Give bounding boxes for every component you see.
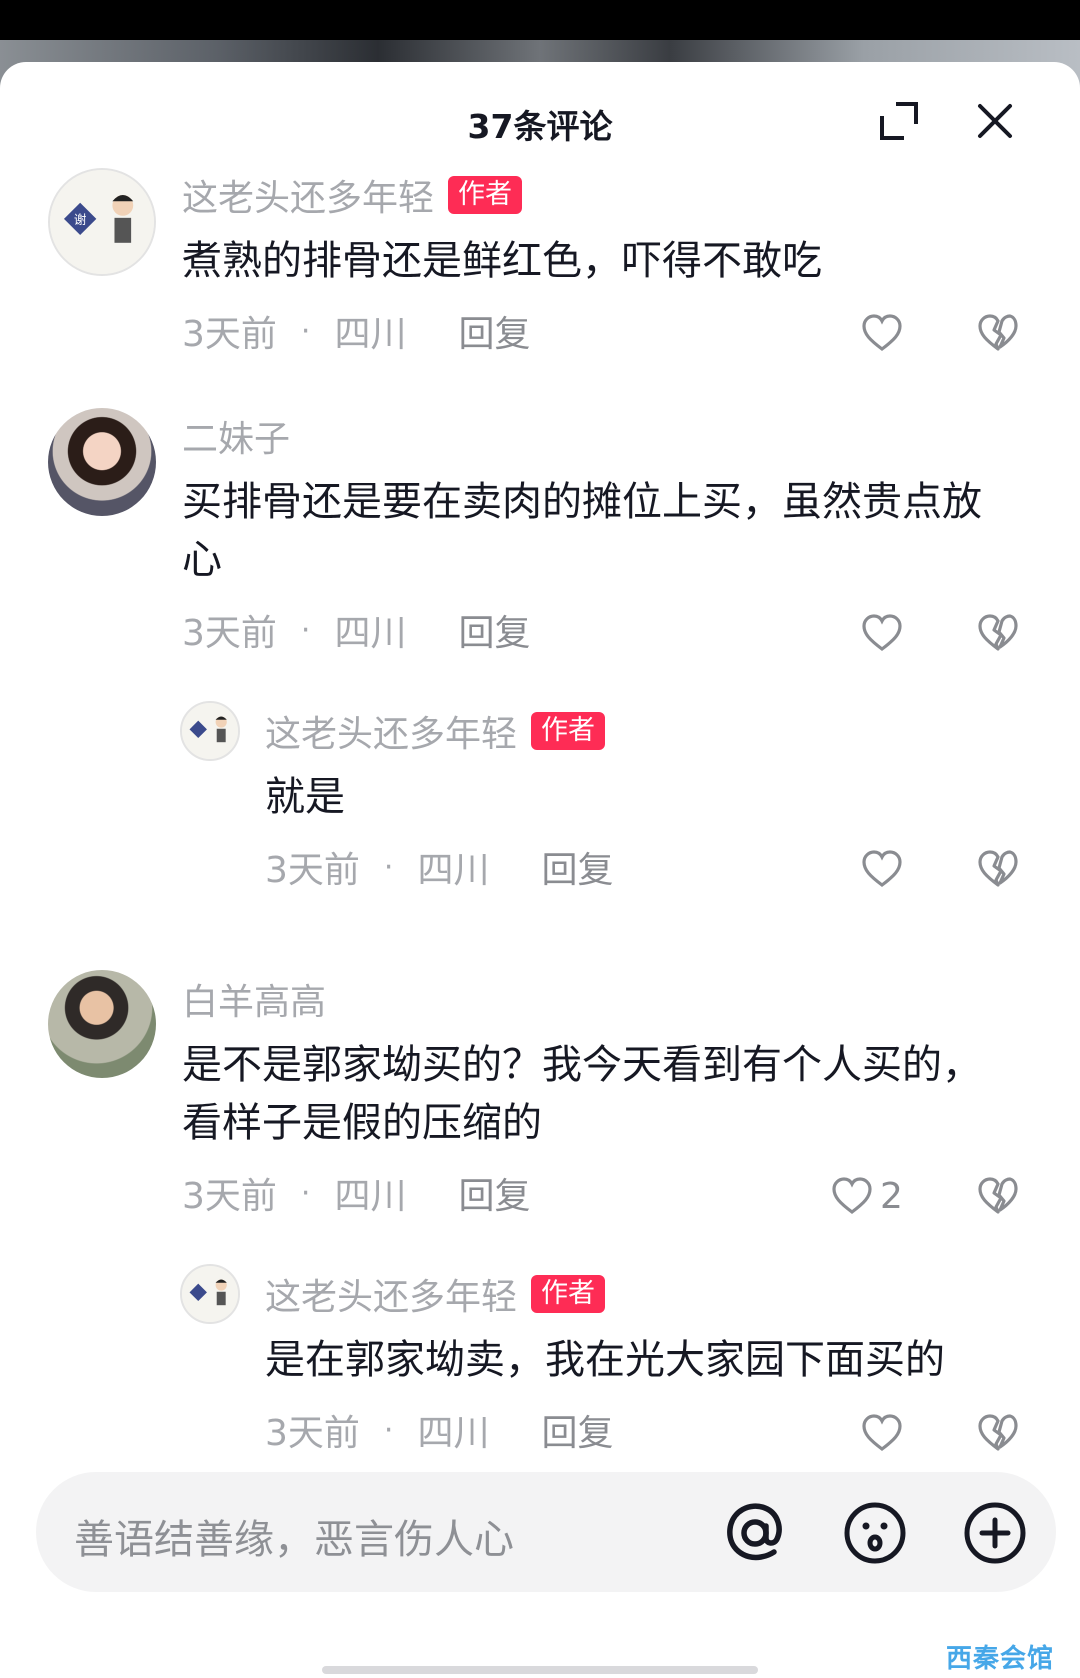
meta-separator: · — [383, 1412, 394, 1448]
comment-author-name[interactable]: 这老头还多年轻 — [265, 1268, 517, 1320]
like-count: 2 — [880, 1175, 903, 1217]
comment-time: 3天前 — [182, 1176, 277, 1217]
comment-input-bar[interactable]: 善语结善缘，恶言伤人心 — [36, 1472, 1056, 1592]
like-button[interactable] — [860, 611, 904, 655]
expand-icon[interactable] — [876, 98, 922, 144]
avatar[interactable]: 谢 — [48, 168, 156, 276]
comment-meta: 3天前 · 四川 回复 — [265, 1405, 1065, 1455]
author-badge: 作者 — [448, 176, 523, 214]
meta-separator: · — [383, 849, 394, 885]
dislike-button[interactable] — [976, 1411, 1020, 1455]
comments-header: 37条评论 — [0, 62, 1080, 180]
reply-button[interactable]: 回复 — [458, 1167, 530, 1219]
like-button[interactable] — [860, 1411, 904, 1455]
watermark: 西秦会馆 — [946, 1644, 1055, 1674]
meta-separator: · — [300, 612, 311, 648]
comment-input[interactable]: 善语结善缘，恶言伤人心 — [74, 1507, 514, 1565]
comment-time: 3天前 — [265, 1413, 360, 1454]
comment-location: 四川 — [334, 1176, 407, 1217]
avatar[interactable] — [48, 408, 156, 516]
close-icon[interactable] — [972, 98, 1018, 144]
comment-time: 3天前 — [182, 613, 277, 654]
reply-button[interactable]: 回复 — [541, 1404, 613, 1456]
broken-heart-icon — [978, 1414, 1018, 1451]
heart-icon — [862, 850, 902, 888]
broken-heart-icon — [978, 314, 1018, 351]
comment-time: 3天前 — [265, 850, 360, 891]
comment-location: 四川 — [334, 314, 407, 355]
comment-text: 就是 — [265, 774, 345, 820]
reply-button[interactable]: 回复 — [458, 604, 530, 656]
dislike-button[interactable] — [976, 611, 1020, 655]
comment-time: 3天前 — [182, 314, 277, 355]
broken-heart-icon — [978, 850, 1018, 887]
dislike-button[interactable] — [976, 847, 1020, 891]
meta-separator: · — [300, 313, 311, 349]
comment-author-name[interactable]: 白羊高高 — [182, 973, 326, 1025]
comment-location: 四川 — [417, 1413, 490, 1454]
reply-button[interactable]: 回复 — [541, 841, 613, 893]
comment-location: 四川 — [417, 850, 490, 891]
dislike-button[interactable] — [976, 1174, 1020, 1218]
reply-button[interactable]: 回复 — [458, 305, 530, 357]
at-icon[interactable] — [720, 1498, 790, 1568]
comment-meta: 3天前 · 四川 回复 — [265, 842, 613, 892]
heart-icon — [862, 1414, 902, 1452]
comment-text: 是不是郭家坳买的？我今天看到有个人买的，看样子是假的压缩的 — [182, 1042, 982, 1146]
emoji-icon[interactable] — [840, 1498, 910, 1568]
author-badge: 作者 — [531, 712, 606, 750]
heart-icon — [862, 314, 902, 352]
like-button[interactable] — [860, 311, 904, 355]
dislike-button[interactable] — [976, 311, 1020, 355]
meta-separator: · — [300, 1175, 311, 1211]
svg-text:谢: 谢 — [74, 212, 86, 227]
avatar[interactable] — [180, 701, 240, 761]
heart-icon — [832, 1177, 872, 1215]
heart-icon — [862, 614, 902, 652]
status-bar — [0, 0, 1080, 40]
comment-location: 四川 — [334, 613, 407, 654]
like-button[interactable] — [860, 847, 904, 891]
comment-author-name[interactable]: 这老头还多年轻 — [182, 169, 434, 221]
comment-author-name[interactable]: 这老头还多年轻 — [265, 705, 517, 757]
broken-heart-icon — [978, 614, 1018, 651]
comment-text: 买排骨还是要在卖肉的摊位上买，虽然贵点放心 — [182, 479, 982, 583]
plus-circle-icon[interactable] — [960, 1498, 1030, 1568]
avatar[interactable] — [180, 1264, 240, 1324]
avatar[interactable] — [48, 970, 156, 1078]
comment-author-name[interactable]: 二妹子 — [182, 410, 290, 462]
comment-text: 是在郭家坳卖，我在光大家园下面买的 — [265, 1337, 945, 1383]
comment-text: 煮熟的排骨还是鲜红色，吓得不敢吃 — [182, 238, 822, 284]
author-badge: 作者 — [531, 1275, 606, 1313]
broken-heart-icon — [978, 1177, 1018, 1214]
home-indicator — [322, 1666, 758, 1674]
comment-meta: 3天前 · 四川 回复 — [182, 306, 822, 356]
like-button[interactable]: 2 — [830, 1174, 903, 1218]
